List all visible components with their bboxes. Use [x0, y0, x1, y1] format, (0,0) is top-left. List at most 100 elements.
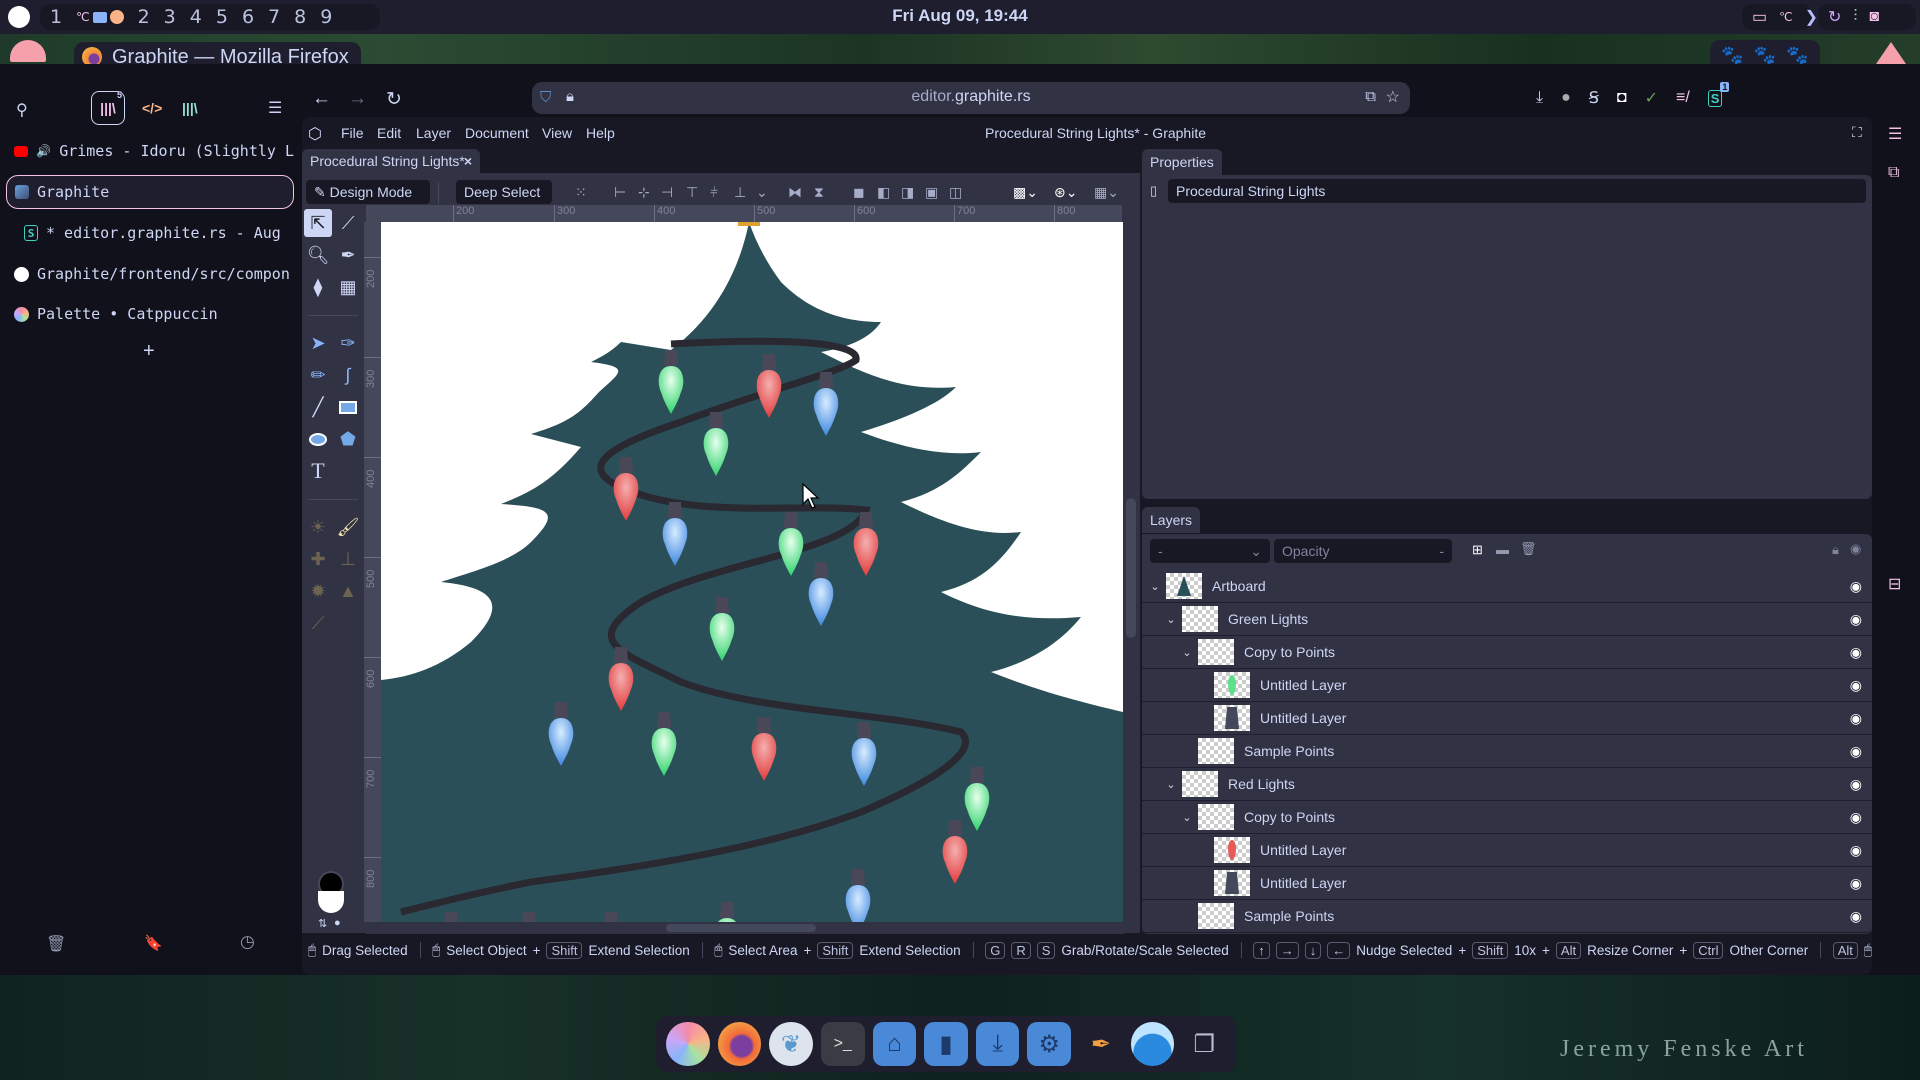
translate-icon[interactable]: Ꞩ — [1589, 88, 1599, 108]
detail-tool[interactable]: ▲ — [334, 577, 362, 605]
url-bar[interactable]: ⛉ 🔒︎ editor.graphite.rs ⧉ ☆ — [532, 82, 1410, 114]
vertical-scrollbar[interactable] — [1124, 208, 1138, 920]
paw-icon[interactable]: 🐾 — [1721, 45, 1743, 66]
visibility-eye-icon[interactable]: ◉ — [1850, 677, 1862, 694]
expand-chevron-icon[interactable]: ⌄ — [1180, 646, 1194, 659]
new-tab-button[interactable]: + — [143, 340, 155, 363]
overlays-icon[interactable]: ▩⌄ — [1013, 185, 1038, 199]
visibility-eye-icon[interactable]: ◉ — [1850, 541, 1861, 557]
opacity-field[interactable]: Opacity - — [1274, 539, 1452, 563]
document-name-field[interactable]: Procedural String Lights — [1168, 179, 1866, 203]
coral-icon[interactable]: ❦ — [769, 1022, 813, 1066]
layer-row[interactable]: ⌄ Artboard ◉ — [1142, 570, 1872, 603]
secondary-color-swatch[interactable] — [318, 891, 344, 913]
bookmark-star-icon[interactable]: ☆ — [1386, 87, 1400, 107]
document-canvas[interactable] — [381, 222, 1123, 922]
stylus-extension-icon[interactable]: S1 — [1707, 81, 1730, 107]
url-text[interactable]: editor.graphite.rs — [532, 88, 1410, 106]
sidebar-tab-youtube[interactable]: 🔊 Grimes - Idoru (Slightly L — [6, 134, 294, 168]
blend-mode-dropdown[interactable]: - ⌄ — [1150, 539, 1270, 563]
layer-row[interactable]: Untitled Layer ◉ — [1142, 834, 1872, 867]
firefox-menu-icon[interactable]: ☰ — [1888, 124, 1902, 144]
forward-button[interactable]: → — [348, 88, 367, 110]
align-right-icon[interactable]: ⊣ — [661, 185, 673, 199]
relight-tool[interactable]: ⟋ — [304, 609, 332, 637]
sidebery-panel-icon[interactable]: ⊟ — [1888, 574, 1901, 594]
pivot-grid-icon[interactable]: ⁙ — [575, 185, 587, 199]
grid-icon[interactable]: ▦⌄ — [1094, 185, 1119, 199]
lock-icon[interactable]: 🔒︎ — [1832, 542, 1839, 558]
patch-tool[interactable]: ✹ — [304, 577, 332, 605]
horizontal-scroll-thumb[interactable] — [666, 924, 816, 932]
new-folder-icon[interactable]: ▬ — [1496, 542, 1509, 557]
boolean-union-icon[interactable]: ◼ — [853, 185, 865, 199]
layer-row[interactable]: ⌄ Copy to Points ◉ — [1142, 636, 1872, 669]
clone-tool[interactable]: ⊥ — [334, 545, 362, 573]
path-tool[interactable]: ➤ — [304, 329, 332, 357]
cat-extension-icon[interactable]: ● — [1561, 89, 1571, 107]
mode-dropdown[interactable]: ✎ Design Mode ⌄ — [306, 180, 430, 224]
open-external-icon[interactable]: ⧉ — [1365, 88, 1376, 105]
expand-chevron-icon[interactable]: ⌄ — [1164, 613, 1178, 626]
snapping-icon[interactable]: ⊛⌄ — [1054, 185, 1077, 199]
layer-row[interactable]: Untitled Layer ◉ — [1142, 702, 1872, 735]
container-pink-button[interactable]: |||\ 5 — [91, 90, 125, 125]
reload-button[interactable]: ↻ — [386, 88, 402, 111]
layer-row[interactable]: Untitled Layer ◉ — [1142, 867, 1872, 900]
screen-icon[interactable]: ▭ — [1752, 7, 1767, 27]
align-top-icon[interactable]: ⊤ — [686, 185, 698, 199]
visibility-eye-icon[interactable]: ◉ — [1850, 578, 1862, 595]
align-bottom-icon[interactable]: ⊥ — [734, 185, 746, 199]
vertical-scroll-thumb[interactable] — [1126, 498, 1136, 638]
refresh-icon[interactable]: ↻ — [1828, 7, 1841, 27]
sidebar-tab-catppuccin[interactable]: Palette • Catppuccin — [6, 297, 294, 331]
menu-file[interactable]: File — [341, 125, 364, 141]
visibility-eye-icon[interactable]: ◉ — [1850, 710, 1862, 727]
polygon-tool[interactable]: ⬟ — [334, 425, 362, 453]
cat-app-icon[interactable] — [666, 1022, 710, 1066]
visibility-eye-icon[interactable]: ◉ — [1850, 875, 1862, 892]
rectangle-tool[interactable] — [334, 393, 362, 421]
checkmark-icon[interactable]: ✓ — [1645, 88, 1658, 108]
chevron-right-icon[interactable]: ❯ — [1805, 7, 1818, 27]
history-clock-icon[interactable]: ◷ — [240, 932, 255, 952]
expand-chevron-icon[interactable]: ⌄ — [1180, 811, 1194, 824]
eyedropper-tool[interactable]: ✒ — [334, 241, 362, 269]
equalizer-icon[interactable]: ⫶ — [1853, 8, 1857, 26]
layer-row[interactable]: Untitled Layer ◉ — [1142, 669, 1872, 702]
delete-layer-icon[interactable]: 🗑 — [1520, 541, 1537, 557]
boolean-intersect-icon[interactable]: ▣ — [925, 185, 938, 199]
graphite-logo-icon[interactable]: ⬡ — [308, 124, 322, 144]
new-tab-list-icon[interactable]: ☰ — [268, 98, 282, 118]
speaker-icon[interactable]: 🔊 — [36, 144, 51, 158]
camera-extension-icon[interactable]: ◘ — [1617, 89, 1627, 107]
library-container-icon[interactable]: |||\ — [182, 100, 198, 116]
layer-row[interactable]: Sample Points ◉ — [1142, 900, 1872, 933]
menu-edit[interactable]: Edit — [377, 125, 401, 141]
visibility-eye-icon[interactable]: ◉ — [1850, 611, 1862, 628]
download-icon[interactable]: ⤓ — [1536, 89, 1543, 107]
brush-tool[interactable]: 🖌︎ — [334, 513, 362, 541]
document-tab[interactable]: Procedural String Lights* × — [302, 149, 480, 173]
visibility-eye-icon[interactable]: ◉ — [1850, 842, 1862, 859]
close-tab-icon[interactable]: × — [464, 149, 472, 173]
boolean-subtract-front-icon[interactable]: ◧ — [877, 185, 890, 199]
boolean-subtract-back-icon[interactable]: ◨ — [901, 185, 914, 199]
visibility-eye-icon[interactable]: ◉ — [1850, 908, 1862, 925]
layers-tab[interactable]: Layers — [1142, 507, 1201, 533]
visibility-eye-icon[interactable]: ◉ — [1850, 644, 1862, 661]
trash-icon[interactable]: 🗑 — [46, 934, 66, 954]
search-icon[interactable]: ⚲ — [16, 100, 28, 120]
properties-tab[interactable]: Properties — [1142, 149, 1222, 175]
line-tool[interactable]: ╱ — [304, 393, 332, 421]
sidebar-tab-graphite[interactable]: Graphite — [6, 175, 294, 209]
ellipse-tool[interactable] — [304, 425, 332, 453]
layer-row[interactable]: ⌄ Green Lights ◉ — [1142, 603, 1872, 636]
menu-view[interactable]: View — [542, 125, 572, 141]
settings-folder-icon[interactable]: ⚙ — [1027, 1022, 1072, 1066]
documents-folder-icon[interactable]: ▮ — [924, 1022, 968, 1066]
visibility-eye-icon[interactable]: ◉ — [1850, 776, 1862, 793]
navigate-tool[interactable]: 🔍︎ — [304, 241, 332, 269]
spline-tool[interactable]: ∫ — [334, 361, 362, 389]
heal-tool[interactable]: ✚ — [304, 545, 332, 573]
